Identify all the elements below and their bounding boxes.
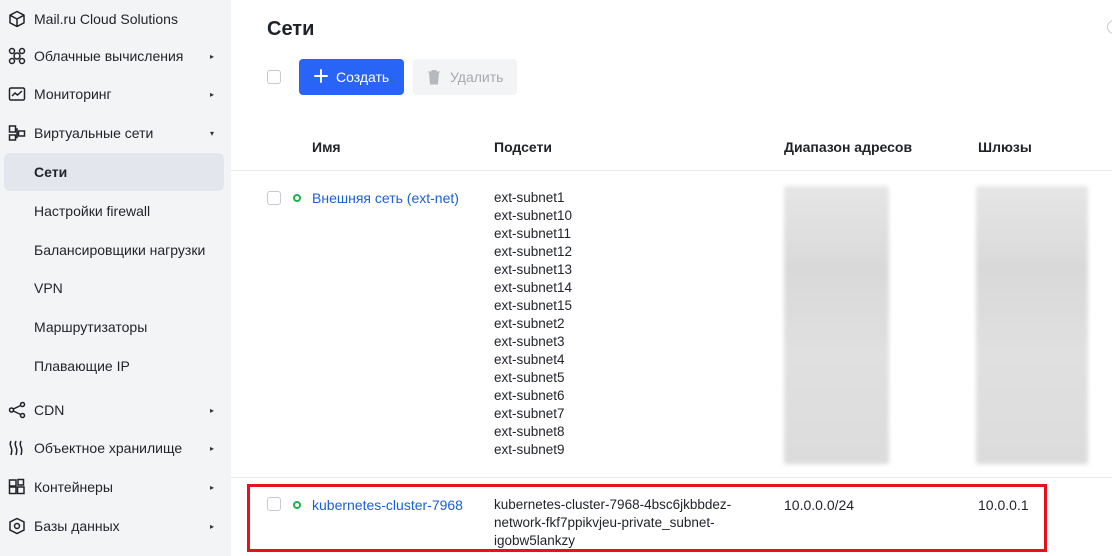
sidebar-subitem-label: Настройки firewall: [34, 203, 151, 219]
sidebar-item-label: Виртуальные сети: [34, 125, 154, 141]
sidebar-subitem-label: Балансировщики нагрузки: [34, 242, 206, 258]
containers-icon: [8, 478, 26, 496]
chevron-right-icon: ▸: [210, 89, 215, 99]
header-divider: [231, 170, 1112, 171]
sidebar-subitem-routers[interactable]: Маршрутизаторы: [4, 308, 224, 346]
subnet-item: ext-subnet12: [494, 244, 573, 259]
status-active-icon: [293, 194, 301, 202]
subnet-item: ext-subnet6: [494, 388, 565, 403]
column-header-address-range[interactable]: Диапазон адресов: [784, 139, 912, 155]
sidebar-item-cloud-compute[interactable]: Облачные вычисления ▸: [0, 37, 231, 75]
sidebar-item-monitoring[interactable]: Мониторинг ▸: [0, 75, 231, 113]
sidebar-item-object-storage[interactable]: Объектное хранилище ▸: [0, 429, 231, 467]
column-header-subnets[interactable]: Подсети: [494, 139, 552, 155]
sidebar-subitem-label: Плавающие IP: [34, 358, 130, 374]
delete-button-label: Удалить: [450, 69, 504, 85]
sidebar-subitem-load-balancers[interactable]: Балансировщики нагрузки: [4, 231, 224, 269]
object-storage-icon: [8, 439, 26, 457]
sidebar-subitem-floating-ip[interactable]: Плавающие IP: [4, 347, 224, 385]
subnet-item: ext-subnet10: [494, 208, 573, 223]
highlight-box: [247, 484, 1047, 552]
main-content: Сети Создать Удалить Имя Подсети Диапазо…: [231, 0, 1112, 556]
page-title: Сети: [267, 18, 315, 40]
subnet-item: ext-subnet3: [494, 334, 565, 349]
create-button[interactable]: Создать: [299, 59, 404, 95]
trash-icon: [428, 70, 440, 85]
subnet-item: ext-subnet5: [494, 370, 565, 385]
sidebar-subitem-vpn[interactable]: VPN: [4, 269, 224, 307]
chevron-right-icon: ▸: [210, 482, 215, 492]
subnet-item: ext-subnet11: [494, 226, 572, 241]
subnet-item: ext-subnet14: [494, 280, 573, 295]
help-icon[interactable]: [1107, 20, 1112, 34]
subnet-item: ext-subnet4: [494, 352, 565, 367]
subnet-item: ext-subnet15: [494, 298, 573, 313]
chevron-right-icon: ▸: [210, 405, 215, 415]
subnet-item: ext-subnet13: [494, 262, 573, 277]
subnet-item: ext-subnet2: [494, 316, 565, 331]
sidebar-subitem-firewall[interactable]: Настройки firewall: [4, 192, 224, 230]
row-divider: [231, 477, 1112, 478]
chevron-right-icon: ▸: [210, 443, 215, 453]
row-checkbox[interactable]: [267, 191, 281, 205]
sidebar-item-label: CDN: [34, 402, 65, 418]
sidebar-item-label: Контейнеры: [34, 479, 113, 495]
plus-icon: [314, 69, 328, 83]
create-button-label: Создать: [336, 69, 390, 85]
sidebar-subitem-label: VPN: [34, 280, 63, 296]
sidebar-item-label: Мониторинг: [34, 86, 112, 102]
subnet-item: ext-subnet9: [494, 442, 565, 457]
select-all-checkbox[interactable]: [267, 70, 281, 84]
subnet-item: ext-subnet8: [494, 424, 565, 439]
sidebar-item-containers[interactable]: Контейнеры ▸: [0, 468, 231, 506]
gateways-redacted: [976, 186, 1088, 464]
sidebar-item-virtual-networks[interactable]: Виртуальные сети ▾: [0, 114, 231, 152]
sidebar-subitem-networks[interactable]: Сети: [4, 153, 224, 191]
chevron-right-icon: ▸: [210, 521, 215, 531]
monitoring-icon: [8, 85, 26, 103]
network-name-link[interactable]: Внешняя сеть (ext-net): [312, 190, 459, 206]
databases-icon: [8, 517, 26, 535]
cube-icon: [8, 10, 26, 28]
sidebar-subitem-label: Маршрутизаторы: [34, 319, 148, 335]
sidebar-item-cdn[interactable]: CDN ▸: [0, 391, 231, 429]
subnet-list: ext-subnet1 ext-subnet10 ext-subnet11 ex…: [494, 189, 572, 459]
brand[interactable]: Mail.ru Cloud Solutions: [0, 0, 231, 38]
cdn-icon: [8, 401, 26, 419]
sidebar-item-databases[interactable]: Базы данных ▸: [0, 507, 231, 545]
delete-button[interactable]: Удалить: [413, 59, 517, 95]
column-header-gateways[interactable]: Шлюзы: [978, 139, 1032, 155]
virtual-network-icon: [8, 124, 26, 142]
address-range-redacted: [784, 186, 889, 464]
sidebar-item-label: Облачные вычисления: [34, 48, 184, 64]
sidebar-item-label: Базы данных: [34, 518, 120, 534]
chevron-down-icon: ▾: [210, 128, 215, 138]
subnet-item: ext-subnet1: [494, 190, 565, 205]
chevron-right-icon: ▸: [210, 51, 215, 61]
sidebar-item-label: Объектное хранилище: [34, 440, 183, 456]
subnet-item: ext-subnet7: [494, 406, 565, 421]
column-header-name[interactable]: Имя: [312, 139, 341, 155]
sidebar-subitem-label: Сети: [34, 164, 68, 180]
brand-name: Mail.ru Cloud Solutions: [34, 11, 178, 27]
cloud-compute-icon: [8, 47, 26, 65]
sidebar: Mail.ru Cloud Solutions Облачные вычисле…: [0, 0, 231, 556]
